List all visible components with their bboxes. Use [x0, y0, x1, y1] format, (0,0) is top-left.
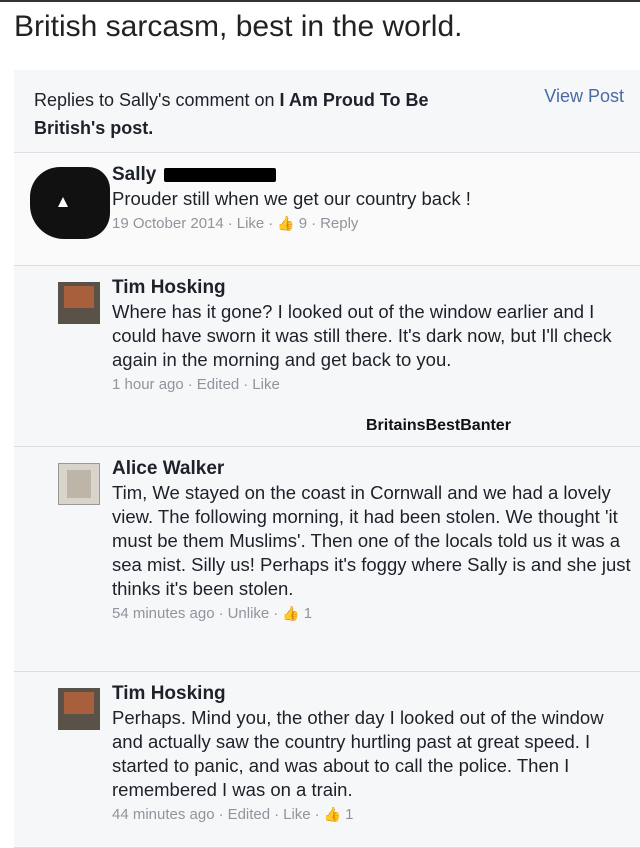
comment-body: Tim Hosking Where has it gone? I looked … [112, 276, 632, 393]
comment-body: Alice Walker Tim, We stayed on the coast… [112, 457, 632, 622]
view-post-link[interactable]: View Post [544, 86, 624, 107]
like-link[interactable]: Like [237, 215, 265, 232]
avatar[interactable] [58, 463, 100, 505]
comment-alice: Alice Walker Tim, We stayed on the coast… [14, 447, 640, 672]
comment-sally: Sally Prouder still when we get our coun… [14, 153, 640, 266]
comment-date[interactable]: 19 October 2014 [112, 215, 224, 232]
comment-tim-1: Tim Hosking Where has it gone? I looked … [14, 266, 640, 447]
avatar-redacted [30, 167, 110, 239]
redaction-bar [163, 167, 276, 182]
comment-time[interactable]: 54 minutes ago [112, 605, 215, 622]
meme-caption: British sarcasm, best in the world. [0, 0, 640, 60]
comment-panel: Replies to Sally's comment on I Am Proud… [14, 70, 640, 848]
like-link[interactable]: Like [283, 806, 311, 823]
comment-text: Tim, We stayed on the coast in Cornwall … [112, 482, 631, 599]
comment-tim-2: Tim Hosking Perhaps. Mind you, the other… [14, 672, 640, 848]
commenter-name[interactable]: Tim Hosking [112, 276, 632, 300]
reply-link[interactable]: Reply [320, 215, 358, 232]
unlike-link[interactable]: Unlike [228, 605, 270, 622]
replies-suffix: 's post. [91, 118, 154, 138]
commenter-name[interactable]: Alice Walker [112, 457, 632, 481]
comment-body: Tim Hosking Perhaps. Mind you, the other… [112, 682, 632, 823]
like-count[interactable]: 1 [304, 605, 312, 622]
thumbs-up-icon: 👍 [277, 215, 295, 231]
replies-header-text: Replies to Sally's comment on I Am Proud… [34, 86, 474, 142]
comment-text: Perhaps. Mind you, the other day I looke… [112, 707, 604, 800]
edited-link[interactable]: Edited [228, 806, 271, 823]
avatar[interactable] [58, 282, 100, 324]
replies-prefix: Replies to Sally's comment on [34, 90, 280, 110]
comment-text: Where has it gone? I looked out of the w… [112, 301, 612, 370]
thumbs-up-icon: 👍 [282, 605, 300, 621]
comment-time[interactable]: 1 hour ago [112, 376, 184, 393]
like-link[interactable]: Like [252, 376, 280, 393]
replies-header: Replies to Sally's comment on I Am Proud… [14, 70, 640, 153]
comment-body: Sally Prouder still when we get our coun… [112, 163, 632, 232]
avatar[interactable] [58, 688, 100, 730]
comment-text: Prouder still when we get our country ba… [112, 188, 471, 209]
like-count[interactable]: 9 [299, 215, 307, 232]
like-count[interactable]: 1 [345, 806, 353, 823]
watermark: BritainsBestBanter [366, 417, 511, 434]
comment-meta: 1 hour ago · Edited · Like [112, 376, 280, 393]
comment-meta: 19 October 2014 · Like · 👍 9 · Reply [112, 215, 359, 232]
comment-meta: 44 minutes ago · Edited · Like · 👍 1 [112, 806, 354, 823]
commenter-name[interactable]: Tim Hosking [112, 682, 632, 706]
comment-time[interactable]: 44 minutes ago [112, 806, 215, 823]
edited-link[interactable]: Edited [197, 376, 240, 393]
thumbs-up-icon: 👍 [323, 806, 342, 822]
commenter-name[interactable]: Sally [112, 163, 632, 187]
comment-meta: 54 minutes ago · Unlike · 👍 1 [112, 605, 313, 622]
